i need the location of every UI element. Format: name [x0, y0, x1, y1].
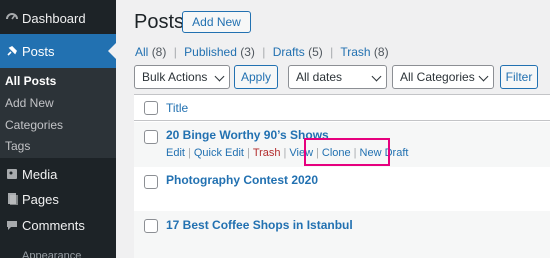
categories-select[interactable]: All Categories: [392, 65, 494, 89]
chevron-down-icon: [478, 71, 489, 82]
submenu-all-posts[interactable]: All Posts: [5, 74, 56, 88]
comments-icon: [5, 218, 19, 232]
separator: |: [187, 147, 191, 159]
bulk-actions-select[interactable]: Bulk Actions: [134, 65, 230, 89]
separator: |: [330, 45, 334, 59]
view-drafts-link[interactable]: Drafts: [273, 45, 305, 59]
sidebar-item-comments[interactable]: Comments: [0, 211, 116, 239]
sidebar-item-label: Comments: [22, 217, 85, 233]
row-checkbox[interactable]: [144, 175, 158, 189]
separator: |: [173, 45, 177, 59]
trash-count: (8): [373, 45, 389, 59]
media-icon: [5, 167, 19, 181]
sidebar-item-posts[interactable]: Posts: [0, 34, 116, 68]
dates-value: All dates: [296, 70, 343, 84]
dashboard-icon: [5, 11, 19, 25]
view-trash-link[interactable]: Trash: [340, 45, 370, 59]
quick-edit-link[interactable]: Quick Edit: [194, 147, 244, 159]
sidebar-item-pages[interactable]: Pages: [0, 185, 116, 213]
page-title: Posts: [134, 11, 185, 33]
post-title-link[interactable]: Photography Contest 2020: [166, 173, 318, 187]
apply-button[interactable]: Apply: [234, 65, 278, 89]
sidebar-item-label: Posts: [22, 43, 55, 59]
column-title[interactable]: Title: [166, 101, 188, 115]
admin-sidebar: Dashboard Posts All Posts Add New Catego…: [0, 0, 116, 258]
categories-value: All Categories: [400, 70, 475, 84]
main-content: Posts Add New All (8) | Published (3) | …: [116, 0, 550, 258]
add-new-button[interactable]: Add New: [182, 11, 251, 33]
drafts-count: (5): [308, 45, 323, 59]
posts-table: Title 20 Binge Worthy 90’s Shows Photogr…: [134, 94, 550, 258]
post-title-link[interactable]: 17 Best Coffee Shops in Istanbul: [166, 218, 353, 232]
view-all-link[interactable]: All: [135, 45, 148, 59]
sidebar-item-dashboard[interactable]: Dashboard: [0, 4, 116, 32]
bulk-actions-value: Bulk Actions: [142, 70, 208, 84]
table-header: Title: [134, 95, 550, 121]
select-all-checkbox[interactable]: [144, 101, 158, 115]
sidebar-item-label: Media: [22, 166, 58, 182]
edit-link[interactable]: Edit: [166, 147, 185, 159]
dates-select[interactable]: All dates: [288, 65, 387, 89]
trash-link[interactable]: Trash: [253, 147, 281, 159]
sidebar-item-label: Pages: [22, 191, 59, 207]
posts-submenu: All Posts Add New Categories Tags: [0, 68, 116, 158]
table-row: Photography Contest 2020: [134, 167, 550, 211]
published-count: (3): [240, 45, 255, 59]
clone-actions-highlight: [304, 138, 390, 166]
pages-icon: [5, 192, 19, 206]
chevron-down-icon: [214, 71, 225, 82]
view-published-link[interactable]: Published: [184, 45, 237, 59]
post-status-views: All (8) | Published (3) | Drafts (5) | T…: [135, 45, 389, 59]
chevron-down-icon: [371, 71, 382, 82]
separator: |: [246, 147, 250, 159]
all-count: (8): [151, 45, 167, 59]
sidebar-item-appearance-partial[interactable]: Appearance: [22, 250, 81, 258]
active-indicator: [108, 43, 116, 59]
filter-button[interactable]: Filter: [500, 65, 538, 89]
submenu-add-new[interactable]: Add New: [5, 96, 54, 110]
table-row: 17 Best Coffee Shops in Istanbul: [134, 211, 550, 258]
submenu-tags[interactable]: Tags: [5, 139, 30, 153]
row-checkbox[interactable]: [144, 219, 158, 233]
row-checkbox[interactable]: [144, 130, 158, 144]
submenu-categories[interactable]: Categories: [5, 118, 63, 132]
sidebar-item-media[interactable]: Media: [0, 160, 116, 188]
pin-icon: [5, 44, 19, 58]
separator: |: [262, 45, 266, 59]
separator: |: [283, 147, 287, 159]
sidebar-item-label: Dashboard: [22, 10, 86, 26]
